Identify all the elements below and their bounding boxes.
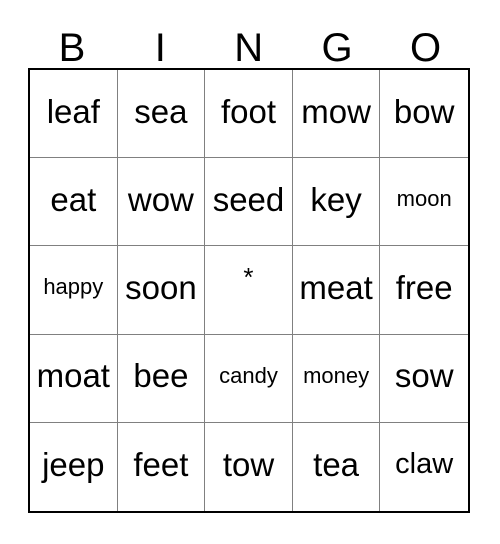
bingo-cell[interactable]: jeep — [30, 422, 118, 511]
bingo-cell-label: tow — [222, 445, 275, 483]
bingo-cell[interactable]: bow — [380, 70, 468, 159]
bingo-cell[interactable]: claw — [380, 422, 468, 511]
bingo-cell-label: free — [395, 268, 453, 306]
bingo-cell[interactable]: key — [292, 158, 381, 247]
bingo-cell[interactable]: meat — [292, 246, 381, 335]
bingo-cell[interactable]: sow — [380, 334, 468, 423]
bingo-cell-label: bow — [393, 92, 455, 130]
bingo-cell[interactable]: tea — [292, 422, 381, 511]
bingo-cell-label: happy — [43, 274, 104, 300]
bingo-header-letter-n: N — [234, 26, 264, 70]
bingo-cell[interactable]: wow — [117, 158, 206, 247]
bingo-cell[interactable]: bee — [117, 334, 206, 423]
bingo-cell-label: key — [310, 180, 362, 218]
bingo-cell-label: moon — [396, 186, 452, 212]
bingo-cell-label: sea — [134, 92, 188, 130]
bingo-cell[interactable]: leaf — [30, 70, 118, 159]
bingo-cell[interactable]: soon — [117, 246, 206, 335]
bingo-cell-label: feet — [133, 445, 189, 483]
bingo-cell-label: seed — [212, 180, 285, 218]
bingo-cell[interactable]: eat — [30, 158, 118, 247]
bingo-cell-label: foot — [220, 92, 277, 130]
bingo-cell-label: claw — [395, 447, 454, 480]
bingo-header-row: B I N G O — [28, 16, 470, 68]
bingo-cell[interactable]: foot — [205, 70, 293, 159]
bingo-cell-label: wow — [127, 180, 194, 218]
bingo-cell[interactable]: happy — [30, 246, 118, 335]
bingo-cell-label: soon — [125, 268, 197, 306]
bingo-cell[interactable]: seed — [205, 158, 293, 247]
bingo-cell[interactable]: tow — [205, 422, 293, 511]
bingo-cell[interactable]: money — [292, 334, 381, 423]
bingo-cell-label: money — [303, 362, 370, 388]
bingo-cell-label: mow — [301, 92, 371, 130]
bingo-cell[interactable]: mow — [292, 70, 381, 159]
bingo-cell[interactable]: free — [380, 246, 468, 335]
bingo-free-space-cell[interactable]: * — [205, 246, 293, 335]
bingo-free-space-marker: * — [243, 261, 254, 292]
bingo-cell-label: sow — [394, 357, 454, 395]
bingo-cell[interactable]: moat — [30, 334, 118, 423]
bingo-cell[interactable]: moon — [380, 158, 468, 247]
bingo-grid: leaf sea foot mow bow eat wow seed key moon happy s… — [28, 68, 470, 513]
bingo-cell-label: leaf — [46, 92, 100, 130]
bingo-header-letter-g: G — [321, 26, 354, 70]
bingo-cell-label: jeep — [42, 445, 105, 483]
bingo-header-letter-i: I — [154, 26, 167, 70]
bingo-cell-label: eat — [50, 180, 97, 218]
bingo-cell-label: bee — [133, 357, 189, 395]
bingo-cell-label: candy — [219, 362, 278, 388]
bingo-cell[interactable]: candy — [205, 334, 293, 423]
bingo-cell-label: moat — [36, 357, 110, 395]
bingo-cell-label: tea — [313, 445, 360, 483]
bingo-card: B I N G O leaf sea foot mow bow eat wow seed key… — [28, 16, 470, 513]
bingo-cell[interactable]: sea — [117, 70, 206, 159]
bingo-header-letter-o: O — [409, 26, 442, 70]
bingo-cell-label: meat — [299, 268, 373, 306]
bingo-cell[interactable]: feet — [117, 422, 206, 511]
bingo-header-letter-b: B — [58, 26, 86, 70]
